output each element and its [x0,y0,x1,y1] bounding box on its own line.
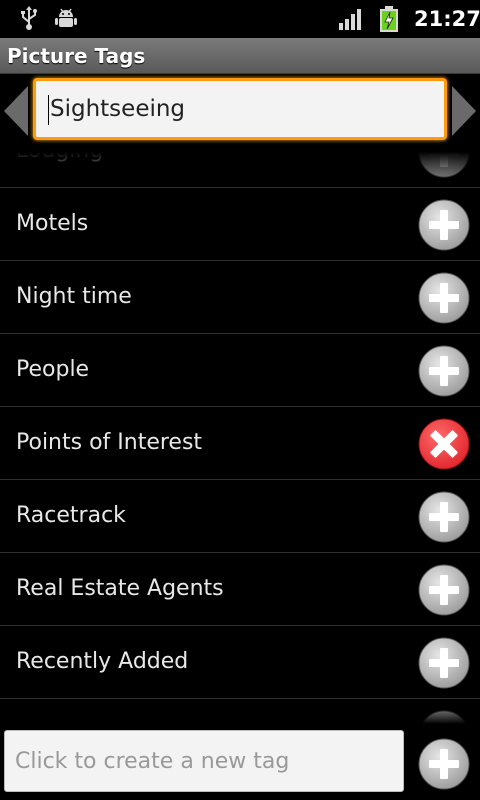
text-cursor [48,94,49,125]
add-tag-button[interactable] [418,637,470,689]
signal-icon [339,9,361,30]
new-tag-bar [0,728,480,800]
add-tag-button[interactable] [418,564,470,616]
tag-row[interactable]: Motels [0,188,480,261]
tag-selector: Sightseeing [0,74,480,148]
battery-charging-icon [380,6,398,32]
remove-tag-button[interactable] [418,418,470,470]
tag-list[interactable]: Lodging Motels Night time People Points of I… [0,148,480,728]
tag-row[interactable]: Real Estate Agents [0,553,480,626]
selected-tag-field[interactable]: Sightseeing [33,78,447,140]
tag-row[interactable]: Racetrack [0,480,480,553]
tag-label: Recently Modified [16,699,212,728]
add-tag-button[interactable] [418,491,470,543]
add-tag-button[interactable] [418,345,470,397]
tag-label: Lodging [16,148,104,163]
tag-label: People [16,357,90,382]
usb-icon [21,6,37,30]
page-title: Picture Tags [7,44,146,68]
tag-label: Motels [16,211,89,236]
clock: 21:27 [414,7,480,31]
tag-row[interactable]: Recently Modified [0,699,480,728]
add-new-tag-button[interactable] [418,738,470,790]
tag-row[interactable]: Night time [0,261,480,334]
new-tag-input[interactable] [4,730,404,792]
add-tag-button[interactable] [418,272,470,324]
add-tag-button[interactable] [418,199,470,251]
tag-row[interactable]: People [0,334,480,407]
tag-row[interactable]: Recently Added [0,626,480,699]
tag-row[interactable]: Lodging [0,148,480,188]
selected-tag-value: Sightseeing [50,96,186,122]
title-bar: Picture Tags [0,38,480,74]
tag-row[interactable]: Points of Interest [0,407,480,480]
add-tag-button[interactable] [418,710,470,728]
tag-label: Real Estate Agents [16,576,224,601]
status-bar: 21:27 [0,0,480,38]
chevron-left-icon[interactable] [0,82,30,140]
tag-label: Recently Added [16,649,189,674]
android-debug-icon [55,8,77,27]
tag-label: Racetrack [16,503,126,528]
tag-label: Night time [16,284,132,309]
add-tag-button[interactable] [418,148,470,178]
chevron-right-icon[interactable] [450,82,480,140]
tag-label: Points of Interest [16,430,203,455]
